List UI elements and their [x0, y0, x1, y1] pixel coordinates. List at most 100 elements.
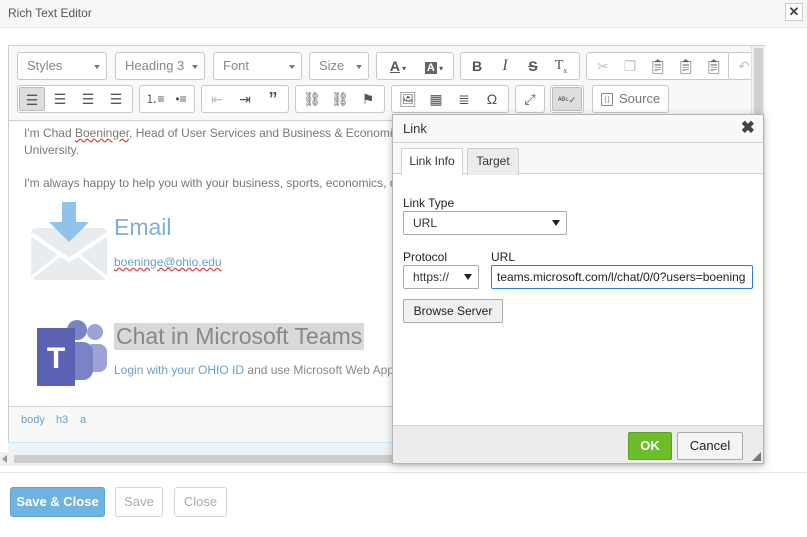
bold-icon[interactable]: B — [464, 54, 490, 78]
chevron-down-icon — [356, 65, 362, 69]
chevron-down-icon — [552, 220, 560, 226]
close-button[interactable]: Close — [174, 487, 227, 517]
teams-heading: Chat in Microsoft Teams — [114, 323, 365, 350]
paste-text-icon[interactable]: 📋︎ — [673, 54, 699, 78]
window-close-icon[interactable]: ✕ — [785, 3, 803, 21]
format-dropdown-label: Heading 3 — [125, 58, 185, 73]
ok-button[interactable]: OK — [628, 432, 672, 460]
window-title: Rich Text Editor — [8, 6, 92, 20]
cut-icon[interactable]: ✂ — [590, 54, 616, 78]
align-left-icon[interactable]: ☰ — [19, 87, 45, 111]
styles-dropdown-label: Styles — [27, 58, 63, 73]
remove-format-icon[interactable]: Tx — [548, 54, 574, 78]
intro-name: Boeninger — [74, 126, 130, 140]
intro-text-3: University. — [24, 143, 80, 157]
dialog-tabs: Link Info Target — [393, 143, 763, 175]
source-icon: ⟨⟩ — [601, 93, 613, 106]
outdent-icon[interactable]: ⇤ — [204, 87, 230, 111]
intro-text-1: I'm Chad — [24, 126, 75, 140]
link-type-value: URL — [413, 216, 438, 230]
blockquote-icon[interactable]: ” — [260, 87, 286, 111]
size-dropdown-label: Size — [319, 58, 345, 73]
save-close-button[interactable]: Save & Close — [10, 487, 105, 517]
spellcheck-icon[interactable]: ᴬᴮᶜ✓ — [552, 87, 582, 111]
chevron-down-icon — [192, 65, 198, 69]
scroll-left-icon[interactable] — [2, 455, 7, 463]
teams-instructions: Login with your OHIO ID and use Microsof… — [114, 363, 394, 377]
clipboard-group: ✂ ❐ 📋︎ 📋︎ 📋︎ — [586, 52, 736, 80]
bulleted-list-icon[interactable]: •≡ — [168, 87, 194, 111]
source-button-label: Source — [619, 91, 661, 106]
italic-icon[interactable]: I — [492, 54, 518, 78]
background-color-icon[interactable]: A ▾ — [417, 54, 451, 78]
help-paragraph: I'm always happy to help you with your b… — [24, 176, 397, 190]
intro-paragraph: I'm Chad Boeninger, Head of User Service… — [24, 125, 393, 159]
maximize-icon[interactable]: ⤢ — [517, 87, 543, 111]
align-justify-icon[interactable]: ☰ — [103, 87, 129, 111]
window-titlebar: Rich Text Editor ✕ — [0, 0, 807, 28]
browse-server-button[interactable]: Browse Server — [403, 299, 503, 323]
path-item-a[interactable]: a — [80, 414, 86, 426]
protocol-select[interactable]: https:// — [403, 265, 479, 289]
email-icon — [29, 202, 109, 280]
maximize-group: ⤢ — [515, 85, 545, 113]
window-footer: Save & Close Save Close — [0, 472, 807, 537]
paste-icon[interactable]: 📋︎ — [645, 54, 671, 78]
format-dropdown[interactable]: Heading 3 — [115, 52, 205, 80]
url-label: URL — [491, 250, 516, 264]
copy-icon[interactable]: ❐ — [617, 54, 643, 78]
numbered-list-icon[interactable]: ⒈≡ — [142, 87, 168, 111]
styles-dropdown[interactable]: Styles — [17, 52, 107, 80]
size-dropdown[interactable]: Size — [309, 52, 369, 80]
align-right-icon[interactable]: ☰ — [75, 87, 101, 111]
strikethrough-icon[interactable]: S — [520, 54, 546, 78]
indent-icon[interactable]: ⇥ — [232, 87, 258, 111]
table-icon[interactable]: ▦ — [423, 87, 449, 111]
protocol-label: Protocol — [403, 250, 448, 264]
resize-handle-icon[interactable] — [752, 452, 761, 461]
path-item-body[interactable]: body — [21, 414, 45, 426]
alignment-group: ☰ ☰ ☰ ☰ — [17, 85, 133, 113]
url-input[interactable]: teams.microsoft.com/l/chat/0/0?users=boe… — [491, 265, 753, 289]
source-button[interactable]: ⟨⟩ Source — [592, 85, 670, 113]
font-dropdown-label: Font — [223, 58, 250, 73]
horizontal-line-icon[interactable]: ≣ — [451, 87, 477, 111]
cancel-button[interactable]: Cancel — [677, 432, 743, 460]
link-group: ⛓ ⛓ ⚑ — [295, 85, 385, 113]
basic-styles-group: B I S Tx — [460, 52, 580, 80]
save-button[interactable]: Save — [115, 487, 163, 517]
close-icon[interactable]: ✖ — [741, 118, 755, 138]
editor-toolbar: Styles Heading 3 Font Size A ▾ A ▾ B I S… — [9, 46, 758, 121]
image-icon[interactable]: 🖼︎ — [395, 87, 421, 111]
link-type-label: Link Type — [403, 196, 455, 210]
microsoft-teams-icon: T — [37, 320, 107, 386]
protocol-value: https:// — [413, 270, 450, 284]
email-link[interactable]: boeninge@ohio.edu — [114, 255, 222, 269]
unlink-icon[interactable]: ⛓ — [327, 87, 353, 111]
path-item-h3[interactable]: h3 — [56, 414, 68, 426]
special-char-icon[interactable]: Ω — [479, 87, 505, 111]
anchor-flag-icon[interactable]: ⚑ — [355, 87, 381, 111]
tab-target[interactable]: Target — [467, 148, 519, 175]
link-type-select[interactable]: URL — [403, 211, 567, 235]
text-color-icon[interactable]: A ▾ — [381, 54, 415, 78]
teams-login-link[interactable]: Login with your OHIO ID — [114, 363, 244, 377]
email-heading: Email — [114, 214, 172, 240]
align-center-icon[interactable]: ☰ — [47, 87, 73, 111]
dialog-title: Link — [403, 121, 427, 136]
dialog-titlebar[interactable]: Link ✖ — [393, 115, 763, 143]
link-icon[interactable]: ⛓ — [299, 87, 325, 111]
spellcheck-group: ᴬᴮᶜ✓ — [550, 85, 584, 113]
paste-word-icon[interactable]: 📋︎ — [701, 54, 727, 78]
teams-text: and use Microsoft Web App — [244, 363, 394, 377]
tab-link-info[interactable]: Link Info — [401, 148, 463, 175]
link-dialog: Link ✖ Link Info Target Link Type URL Pr… — [392, 114, 764, 464]
dialog-footer: OK Cancel — [393, 425, 763, 463]
info-strip — [8, 442, 398, 452]
font-dropdown[interactable]: Font — [213, 52, 302, 80]
chevron-down-icon — [289, 65, 295, 69]
chevron-down-icon — [94, 65, 100, 69]
svg-text:T: T — [47, 342, 65, 375]
color-group: A ▾ A ▾ — [376, 52, 454, 80]
chevron-down-icon — [464, 274, 472, 280]
